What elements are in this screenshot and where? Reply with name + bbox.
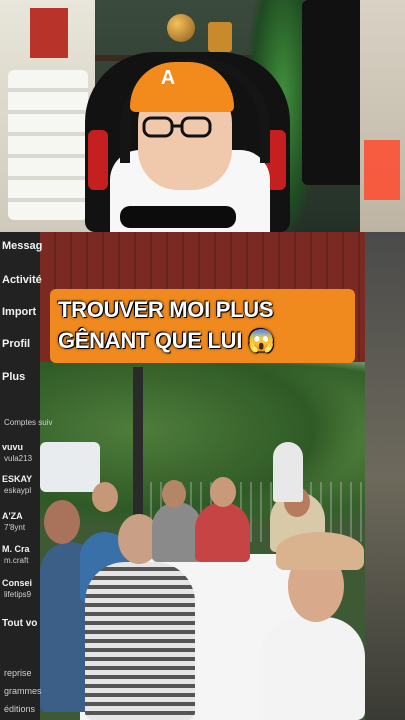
wall-poster — [30, 8, 68, 58]
person-head — [44, 500, 80, 544]
person-striped-shirt — [85, 562, 195, 720]
person-head — [92, 482, 118, 512]
caption-line-1: TROUVER MOI PLUS — [58, 297, 274, 322]
microphone — [120, 206, 236, 228]
sidebar-item-import[interactable]: Import — [2, 306, 36, 318]
footer-text: reprise — [4, 668, 32, 678]
person-head — [210, 477, 236, 507]
account-handle: eskaypl — [4, 486, 32, 495]
chair-accent-left — [88, 130, 108, 190]
account-name[interactable]: M. Cra — [2, 544, 30, 554]
sidebar-item-profile[interactable]: Profil — [2, 338, 30, 350]
toilet-paper-stack — [8, 70, 88, 220]
sidebar-item-activity[interactable]: Activité — [2, 274, 42, 286]
blurred-background-right — [365, 232, 405, 720]
sidebar-overlay: Messag Activité Import Profil Plus Compt… — [0, 232, 52, 720]
footer-text: grammes — [4, 686, 42, 696]
account-handle: 7'8ynt — [4, 523, 26, 532]
sidebar-item-more[interactable]: Plus — [2, 371, 25, 383]
account-handle: m.craft — [4, 556, 29, 565]
account-name[interactable]: A'ZA — [2, 511, 23, 521]
woman-white-top — [260, 617, 365, 720]
see-all-link[interactable]: Tout vo — [2, 618, 37, 629]
parked-car — [40, 442, 100, 492]
account-name[interactable]: ESKAY — [2, 474, 32, 484]
account-handle: vula213 — [4, 454, 33, 463]
streamer-webcam: A — [0, 0, 405, 232]
sidebar-item-messages[interactable]: Messag — [2, 240, 42, 252]
glasses — [142, 116, 212, 138]
person-standing — [273, 442, 303, 502]
person — [195, 502, 250, 562]
account-name[interactable]: Consei — [2, 578, 32, 588]
caption-line-2: GÊNANT QUE LUI 😱 — [58, 328, 275, 353]
cap-logo: A — [160, 67, 176, 89]
straw-hat — [276, 532, 364, 570]
account-name[interactable]: vuvu — [2, 442, 23, 452]
decor-trophy — [208, 22, 232, 52]
decor-ball — [167, 14, 195, 42]
followed-accounts-label: Comptes suiv — [4, 418, 53, 427]
red-light — [364, 140, 400, 200]
caption-banner: TROUVER MOI PLUS GÊNANT QUE LUI 😱 — [50, 289, 355, 363]
footer-text: éditions — [4, 704, 36, 714]
account-handle: lifetips9 — [4, 590, 32, 599]
person-head — [162, 480, 186, 508]
